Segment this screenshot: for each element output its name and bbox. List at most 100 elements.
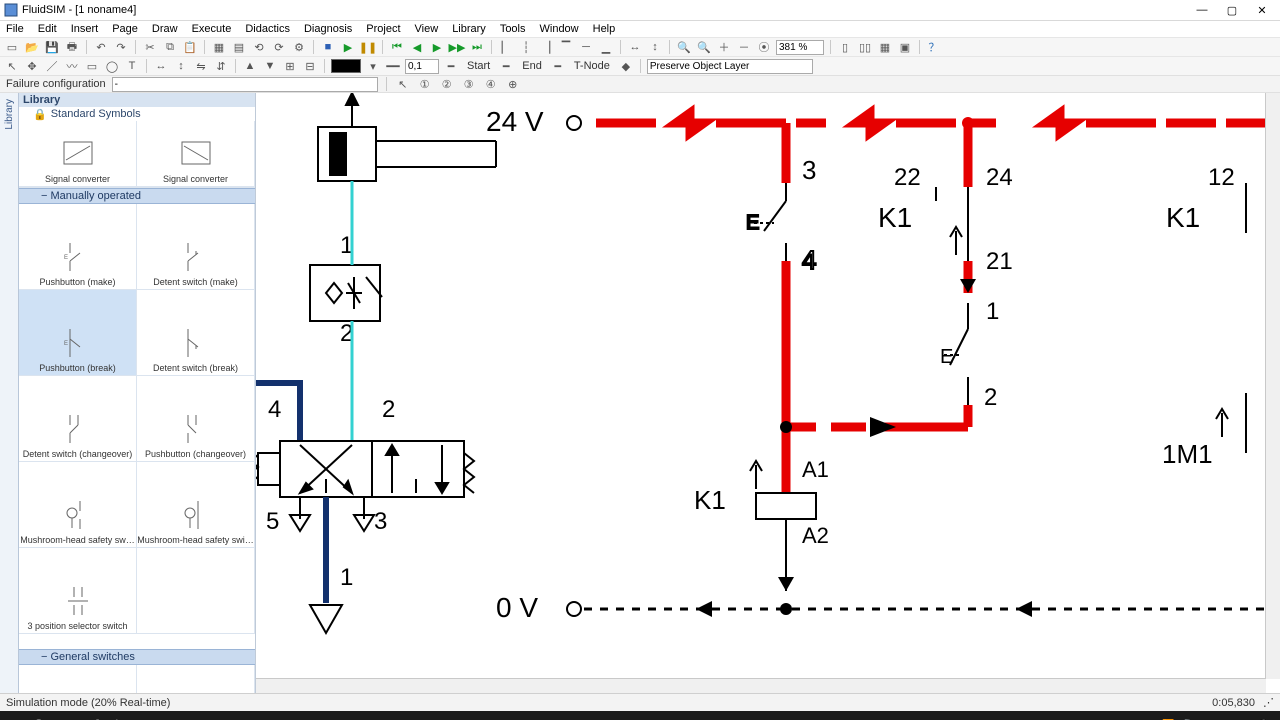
layout-4-icon[interactable]: ▣ xyxy=(897,39,913,55)
sim-ffwd-icon[interactable]: ▶▶ xyxy=(449,39,465,55)
vertical-scrollbar[interactable] xyxy=(1265,93,1280,679)
library-item[interactable]: Mushroom-head safety sw… xyxy=(19,462,137,548)
zoom-in-icon[interactable]: ＋ xyxy=(716,39,732,55)
layer-select[interactable] xyxy=(647,59,813,74)
failure-select[interactable] xyxy=(112,77,378,92)
grid-icon[interactable]: ▦ xyxy=(211,39,227,55)
store-icon[interactable]: 🛍 xyxy=(108,715,130,720)
dim-v-icon[interactable]: ↕ xyxy=(173,58,189,74)
encircle-4-icon[interactable]: ④ xyxy=(483,76,499,92)
library-category[interactable]: − Manually operated xyxy=(19,188,255,204)
dist-h-icon[interactable]: ↔ xyxy=(627,39,643,55)
snap-icon[interactable]: ▤ xyxy=(231,39,247,55)
text-icon[interactable]: T xyxy=(124,58,140,74)
open-icon[interactable]: 📂 xyxy=(24,39,40,55)
sim-last-icon[interactable]: ⏭ xyxy=(469,39,485,55)
sim-fwd-icon[interactable]: ▶ xyxy=(429,39,445,55)
linestyle-icon[interactable]: ━━ xyxy=(385,58,401,74)
align-right-icon[interactable]: ▕ xyxy=(538,39,554,55)
tnode-style-icon[interactable]: ◆ xyxy=(618,58,634,74)
layout-1-icon[interactable]: ▯ xyxy=(837,39,853,55)
sim-first-icon[interactable]: ⏮ xyxy=(389,39,405,55)
align-mid-icon[interactable]: ─ xyxy=(578,39,594,55)
menu-view[interactable]: View xyxy=(415,23,439,35)
line-width-input[interactable] xyxy=(405,59,439,74)
zoom-input[interactable] xyxy=(776,40,824,55)
horizontal-scrollbar[interactable] xyxy=(256,678,1266,693)
linecap-icon[interactable]: ━ xyxy=(443,58,459,74)
library-item[interactable]: 3 position selector switch xyxy=(19,548,137,634)
line-icon[interactable]: ／ xyxy=(44,58,60,74)
menu-help[interactable]: Help xyxy=(593,23,616,35)
app3-icon[interactable]: ◎ xyxy=(238,715,260,720)
ellipse-icon[interactable]: ◯ xyxy=(104,58,120,74)
library-item[interactable]: Signal converter xyxy=(137,121,255,187)
menu-file[interactable]: File xyxy=(6,23,24,35)
select-icon[interactable]: ↖ xyxy=(4,58,20,74)
library-item[interactable]: Mushroom-head safety swi… xyxy=(137,462,255,548)
to-back-icon[interactable]: ▼ xyxy=(262,58,278,74)
library-item[interactable]: Detent switch (changeover) xyxy=(19,376,137,462)
maximize-button[interactable]: ▢ xyxy=(1218,2,1246,18)
menu-page[interactable]: Page xyxy=(112,23,138,35)
menu-library[interactable]: Library xyxy=(452,23,486,35)
library-item[interactable] xyxy=(137,548,255,634)
layout-2-icon[interactable]: ▯▯ xyxy=(857,39,873,55)
sim-back-icon[interactable]: ◀ xyxy=(409,39,425,55)
schematic-canvas[interactable]: 24 V 3 E 4 K1 xyxy=(256,93,1280,693)
menu-project[interactable]: Project xyxy=(366,23,400,35)
library-item[interactable] xyxy=(19,665,137,693)
encircle-3-icon[interactable]: ③ xyxy=(461,76,477,92)
help-icon[interactable]: ？ xyxy=(926,39,942,55)
encircle-2-icon[interactable]: ② xyxy=(439,76,455,92)
align-center-icon[interactable]: ┆ xyxy=(518,39,534,55)
menu-draw[interactable]: Draw xyxy=(152,23,178,35)
polyline-icon[interactable]: 〰 xyxy=(64,58,80,74)
encircle-5-icon[interactable]: ⊕ xyxy=(505,76,521,92)
new-icon[interactable]: ▭ xyxy=(4,39,20,55)
dist-v-icon[interactable]: ↕ xyxy=(647,39,663,55)
zoom-area-icon[interactable]: 🔍 xyxy=(696,39,712,55)
sim-pause-icon[interactable]: ❚❚ xyxy=(360,39,376,55)
rotate-cw-icon[interactable]: ⟳ xyxy=(271,39,287,55)
menu-window[interactable]: Window xyxy=(540,23,579,35)
redo-icon[interactable]: ↷ xyxy=(113,39,129,55)
paste-icon[interactable]: 📋 xyxy=(182,39,198,55)
dim-h-icon[interactable]: ↔ xyxy=(153,58,169,74)
ungroup-icon[interactable]: ⊟ xyxy=(302,58,318,74)
zoom-fit-icon[interactable]: 🔍 xyxy=(676,39,692,55)
fluidsim-task-icon[interactable]: ▦ xyxy=(212,715,234,720)
align-top-icon[interactable]: ▔ xyxy=(558,39,574,55)
arrow-start-icon[interactable]: ━ xyxy=(498,58,514,74)
menu-insert[interactable]: Insert xyxy=(71,23,99,35)
pan-icon[interactable]: ✥ xyxy=(24,58,40,74)
library-item[interactable]: Detent switch (make) xyxy=(137,204,255,290)
library-item[interactable] xyxy=(137,665,255,693)
library-tab-handle[interactable]: Library xyxy=(0,93,19,693)
layout-3-icon[interactable]: ▦ xyxy=(877,39,893,55)
mirror-h-icon[interactable]: ⇋ xyxy=(193,58,209,74)
close-button[interactable]: ✕ xyxy=(1248,2,1276,18)
align-bot-icon[interactable]: ▁ xyxy=(598,39,614,55)
app-icon[interactable]: ▤ xyxy=(160,715,182,720)
menu-tools[interactable]: Tools xyxy=(500,23,526,35)
explorer-icon[interactable]: 🗂 xyxy=(82,715,104,720)
align-left-icon[interactable]: ▏ xyxy=(498,39,514,55)
sim-stop-icon[interactable]: ■ xyxy=(320,39,336,55)
chevron-down-icon[interactable]: ▾ xyxy=(365,58,381,74)
print-icon[interactable]: 🖶 xyxy=(64,39,80,55)
rect-icon[interactable]: ▭ xyxy=(84,58,100,74)
options-icon[interactable]: ⚙ xyxy=(291,39,307,55)
sim-play-icon[interactable]: ▶ xyxy=(340,39,356,55)
app2-icon[interactable]: ▥ xyxy=(186,715,208,720)
menu-diagnosis[interactable]: Diagnosis xyxy=(304,23,352,35)
menu-edit[interactable]: Edit xyxy=(38,23,57,35)
color-picker[interactable] xyxy=(331,59,361,73)
chrome-icon[interactable]: ◐ xyxy=(134,715,156,720)
menu-didactics[interactable]: Didactics xyxy=(245,23,290,35)
undo-icon[interactable]: ↶ xyxy=(93,39,109,55)
taskview-icon[interactable]: ▭ xyxy=(56,715,78,720)
zoom-100-icon[interactable]: ⦿ xyxy=(756,39,772,55)
library-item[interactable]: Signal converter xyxy=(19,121,137,187)
library-item-selected[interactable]: E Pushbutton (break) xyxy=(19,290,137,376)
